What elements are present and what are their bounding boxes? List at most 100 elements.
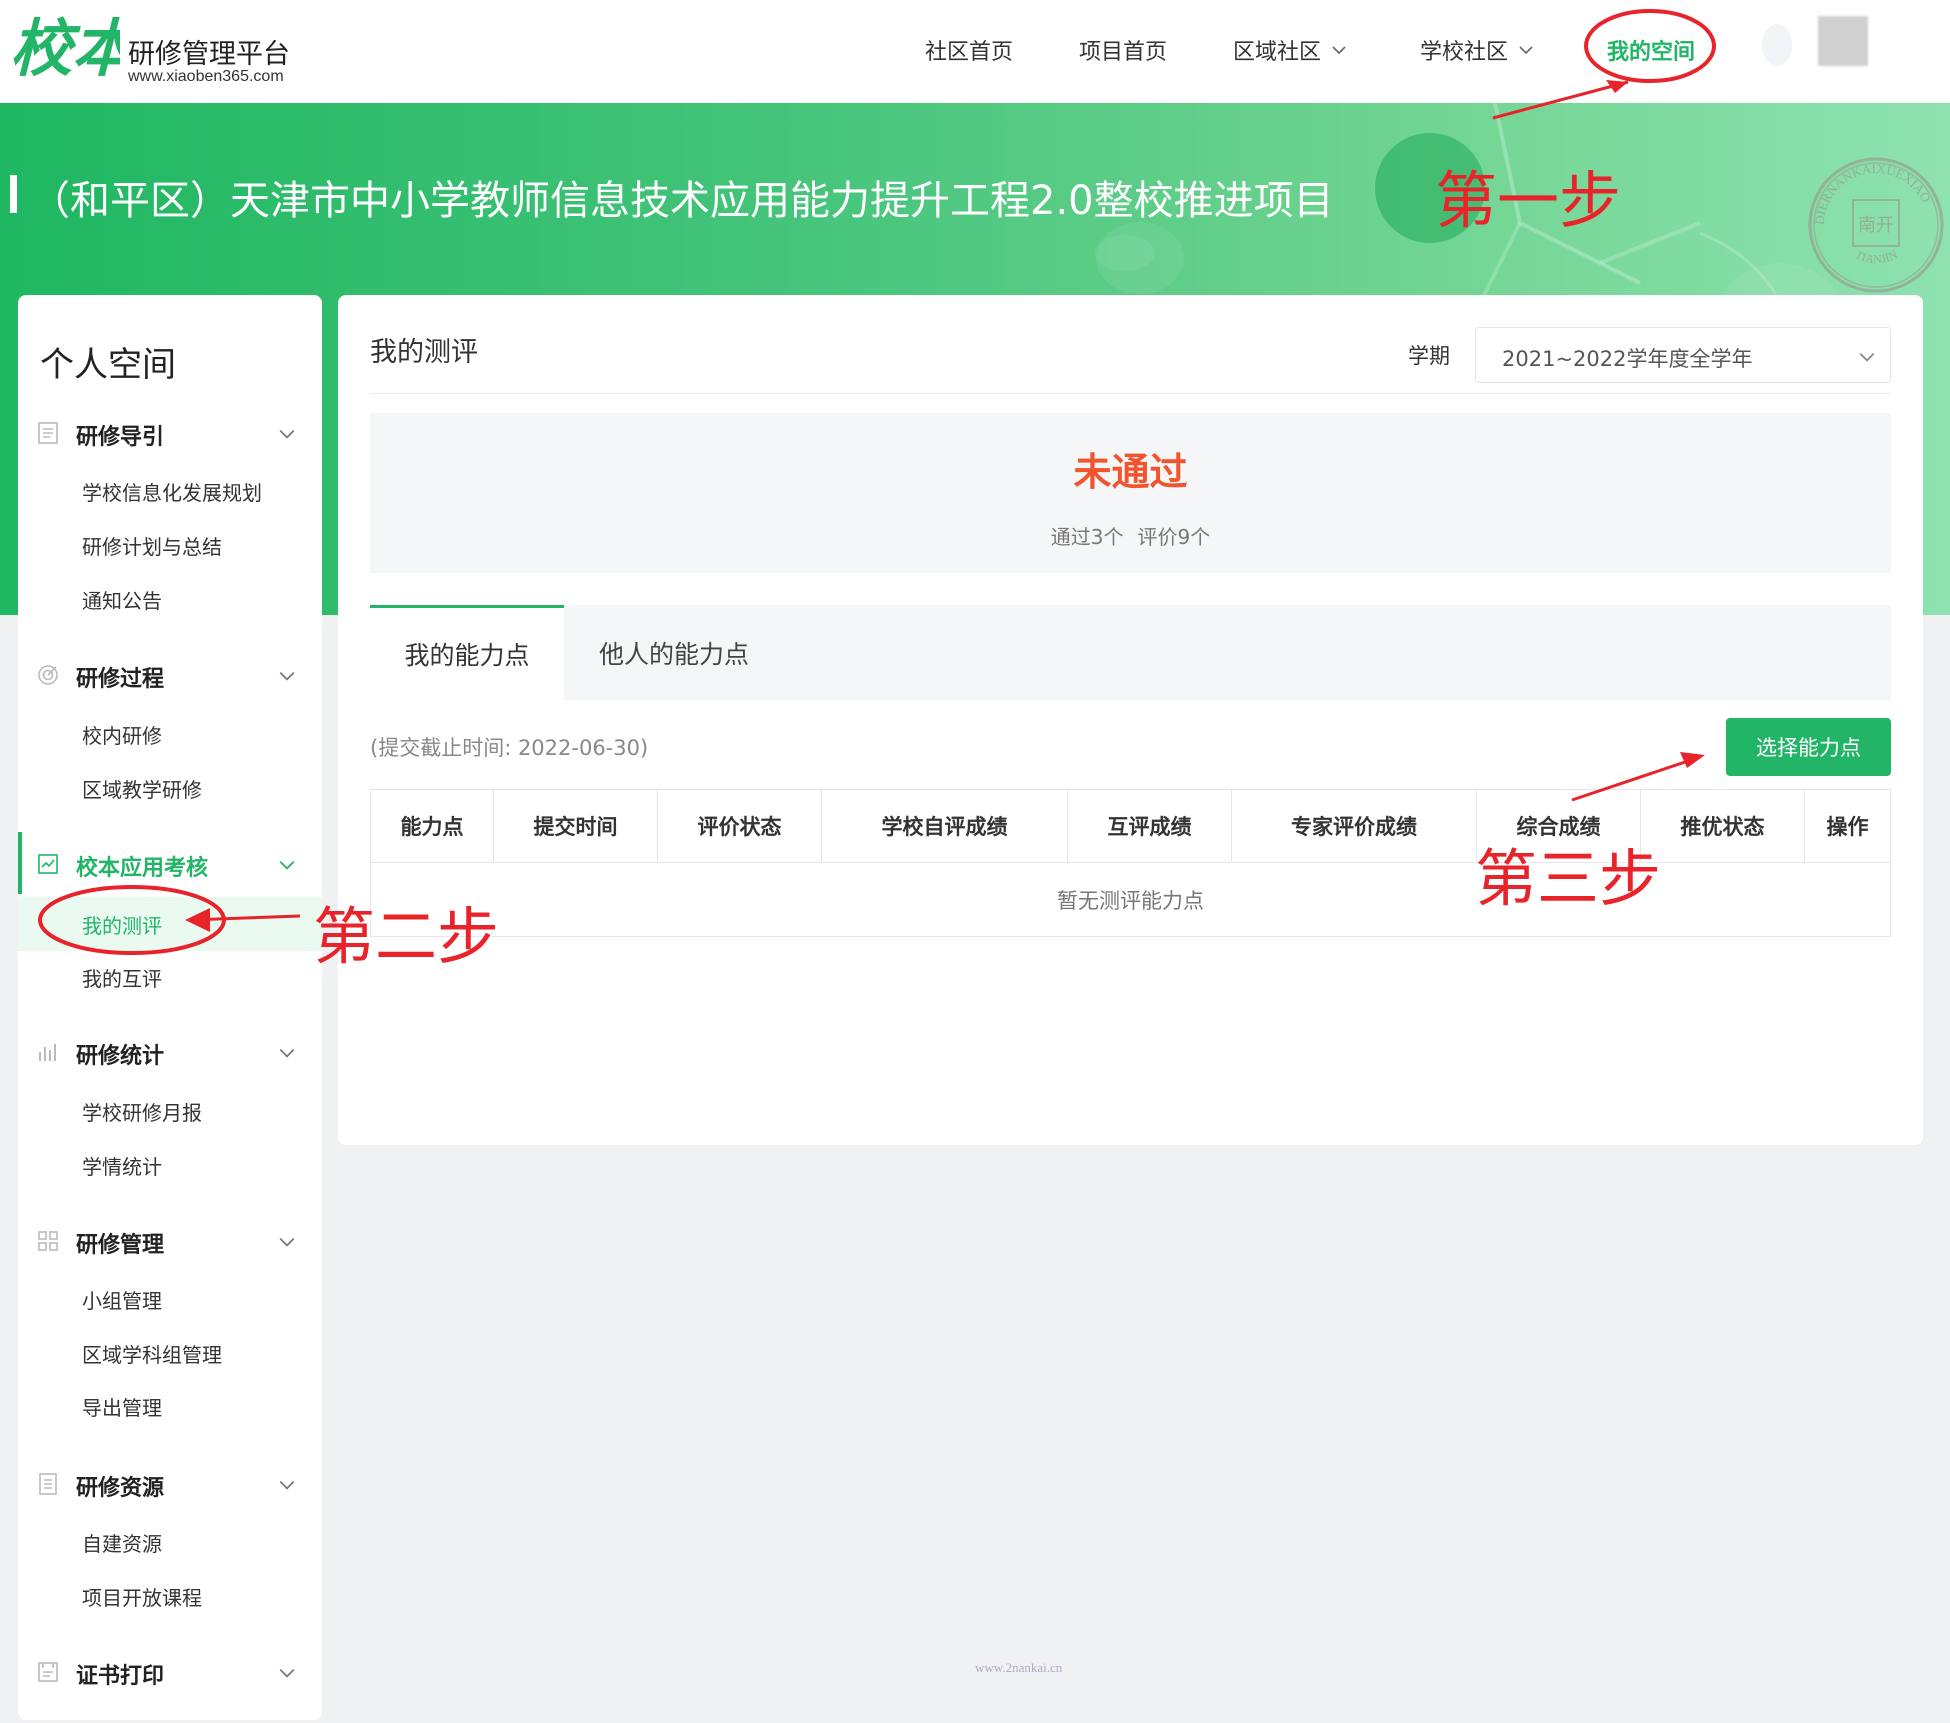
sidebar-group-label: 研修管理 [76,1233,165,1258]
nav-label: 社区首页 [925,40,1014,65]
sidebar-item-my-peer-review[interactable]: 我的互评 [82,963,162,992]
tab-bar: 我的能力点 他人的能力点 [370,605,1891,700]
sidebar-item-notices[interactable]: 通知公告 [82,585,162,614]
sidebar-group-resources[interactable]: 研修资源 [18,1458,322,1508]
sidebar-item-own-resources[interactable]: 自建资源 [82,1528,162,1557]
target-icon [38,665,58,685]
result-stats: 通过3个 评价9个 [370,521,1891,550]
nav-label: 项目首页 [1079,40,1168,65]
avatar[interactable] [1818,16,1868,66]
column-header: 能力点 [371,790,494,862]
logo-title: 研修管理平台 [128,39,290,70]
certificate-icon [38,1662,58,1682]
select-ability-point-button[interactable]: 选择能力点 [1726,718,1891,776]
column-header: 专家评价成绩 [1232,790,1477,862]
term-label: 学期 [1408,344,1450,368]
logo-mark-text: 校本 [10,12,120,82]
sidebar-group-school-assessment[interactable]: 校本应用考核 [18,832,322,894]
submit-deadline: (提交截止时间: 2022-06-30) [370,736,649,760]
nav-my-space[interactable]: 我的空间 [1607,30,1695,70]
chevron-down-icon [279,860,295,870]
logo-mark-icon: 校本 [10,12,120,82]
divider [370,393,1891,394]
column-header: 推优状态 [1641,790,1805,862]
sidebar-item-school-research[interactable]: 校内研修 [82,720,162,749]
sidebar-item-open-courses[interactable]: 项目开放课程 [82,1582,202,1611]
seal-center: 南开 [1858,215,1894,236]
logo[interactable]: 校本 研修管理平台 www.xiaoben365.com [10,10,310,90]
sidebar-group-label: 研修统计 [76,1044,165,1069]
sidebar-group-label: 研修资源 [76,1476,165,1501]
passed-count: 通过3个 [1050,525,1124,549]
sidebar-item-monthly-report[interactable]: 学校研修月报 [82,1097,202,1126]
banner-accent-bar [10,175,17,213]
sidebar-item-my-evaluation[interactable]: 我的测评 [82,910,162,939]
sidebar-group-statistics[interactable]: 研修统计 [18,1026,322,1076]
main-panel: 我的测评 学期 2021~2022学年度全学年 未通过 通过3个 评价9个 我的能… [338,295,1923,1145]
sidebar-item-learning-stats[interactable]: 学情统计 [82,1151,162,1180]
nav-school-community[interactable]: 学校社区 [1420,30,1534,70]
result-status: 未通过 [1073,450,1188,494]
watermark: www.2nankai.cn [975,1660,1063,1675]
nav-project-home[interactable]: 项目首页 [1079,30,1167,70]
evaluated-count: 评价9个 [1137,525,1211,549]
grid-icon [38,1231,58,1251]
tab-my-ability-points[interactable]: 我的能力点 [370,605,564,700]
nav-label: 学校社区 [1420,40,1509,65]
sidebar-group-label: 研修过程 [76,667,165,692]
sidebar-selected-bg [18,897,322,951]
term-select[interactable]: 2021~2022学年度全学年 [1475,327,1891,383]
chevron-down-icon [279,1480,295,1490]
sidebar-group-certificate-print[interactable]: 证书打印 [18,1646,322,1696]
chevron-down-icon [279,1237,295,1247]
sidebar-item-group-management[interactable]: 小组管理 [82,1285,162,1314]
bar-chart-icon [39,1044,56,1061]
annotation-step1: 第一步 [1435,164,1622,237]
column-header: 学校自评成绩 [822,790,1068,862]
column-header: 评价状态 [658,790,822,862]
evaluation-table: 能力点 提交时间 评价状态 学校自评成绩 互评成绩 专家评价成绩 综合成绩 推优… [370,789,1891,937]
project-title: （和平区）天津市中小学教师信息技术应用能力提升工程2.0整校推进项目 [30,178,1334,224]
sidebar-item-region-research[interactable]: 区域教学研修 [82,774,202,803]
nav-region-community[interactable]: 区域社区 [1233,30,1347,70]
column-header: 互评成绩 [1068,790,1232,862]
sidebar-group-research-guide[interactable]: 研修导引 [18,407,322,457]
document-list-icon [38,422,58,444]
sidebar-title: 个人空间 [40,345,176,385]
chevron-down-icon [279,1048,295,1058]
column-header: 操作 [1826,815,1869,839]
chevron-down-icon [279,429,295,439]
chart-check-icon [38,854,58,874]
evaluation-result: 未通过 通过3个 评价9个 [370,413,1891,573]
sidebar-group-management[interactable]: 研修管理 [18,1215,322,1265]
table-empty-state: 暂无测评能力点 [370,863,1891,937]
sidebar-item-subject-group-management[interactable]: 区域学科组管理 [82,1339,222,1368]
page-title: 我的测评 [370,337,478,368]
nav-label: 我的空间 [1607,40,1696,65]
sidebar-group-research-process[interactable]: 研修过程 [18,649,322,699]
notification-placeholder [1762,24,1792,66]
file-icon [39,1473,57,1495]
sidebar-item-plan-summary[interactable]: 研修计划与总结 [82,531,222,560]
annotation-step3: 第三步 [1475,842,1662,915]
chevron-down-icon [279,1668,295,1678]
logo-url: www.xiaoben365.com [128,68,284,85]
chevron-down-icon [279,671,295,681]
sidebar-group-label: 校本应用考核 [76,856,209,881]
sidebar-item-info-plan[interactable]: 学校信息化发展规划 [82,477,262,506]
top-header: 校本 研修管理平台 www.xiaoben365.com 社区首页 项目首页 区… [0,0,1950,103]
sidebar-item-export-management[interactable]: 导出管理 [82,1392,162,1421]
sidebar-group-label: 研修导引 [76,425,165,450]
annotation-step2: 第二步 [313,900,500,973]
sidebar: 个人空间 研修导引 学校信息化发展规划 研修计划与总结 通知公告 研修过程 校内… [18,295,322,1720]
chevron-down-icon [1519,46,1533,55]
nav-community-home[interactable]: 社区首页 [925,30,1013,70]
nav-label: 区域社区 [1233,40,1322,65]
chevron-down-icon [1332,46,1346,55]
sidebar-group-label: 证书打印 [76,1664,165,1689]
school-seal-icon: DIERNANKAIXUEXIAO TIANJIN 南开 [1808,157,1944,293]
tab-others-ability-points[interactable]: 他人的能力点 [564,605,784,700]
chevron-down-icon [1859,352,1875,362]
term-select-value: 2021~2022学年度全学年 [1502,347,1753,371]
column-header: 提交时间 [494,790,658,862]
